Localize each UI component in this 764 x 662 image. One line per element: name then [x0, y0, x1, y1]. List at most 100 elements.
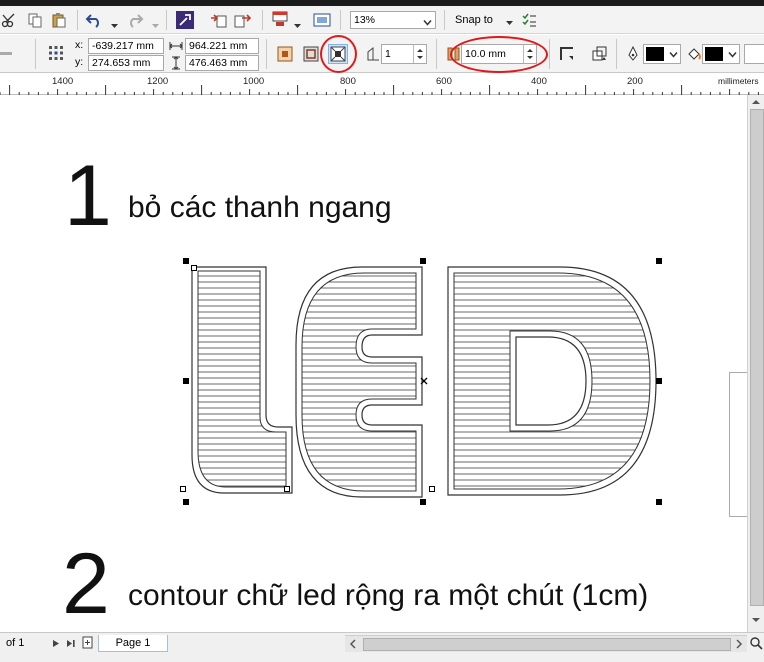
outline-color-swatch [646, 47, 664, 61]
document-navigator: of 1 Page 1 [0, 632, 764, 662]
selection-handle[interactable] [656, 258, 662, 264]
page-edge [729, 372, 747, 517]
options-icon[interactable] [520, 11, 538, 29]
stepper-icon[interactable] [413, 45, 426, 63]
redo-dropdown-icon[interactable] [151, 22, 160, 31]
ruler-label: 400 [531, 76, 547, 87]
view-mode-icon[interactable] [313, 11, 331, 29]
outline-pen-icon [624, 45, 642, 63]
contour-steps-field[interactable]: 1 [381, 44, 427, 64]
selection-handle[interactable] [656, 378, 662, 384]
snap-dropdown-icon[interactable] [505, 19, 514, 28]
import-icon[interactable] [210, 11, 228, 29]
zoom-level-select[interactable]: 13% [350, 11, 436, 29]
selection-handle[interactable] [420, 258, 426, 264]
chevron-down-icon [423, 16, 432, 28]
toolbar-separator [436, 39, 437, 69]
standard-toolbar: 13% Snap to [0, 6, 764, 34]
letter-l-shape [191, 266, 293, 494]
scroll-right-icon[interactable] [735, 639, 743, 652]
step-number: 2 [62, 536, 110, 632]
y-position-field[interactable]: 274.653 mm [88, 55, 164, 71]
extra-field[interactable] [744, 44, 764, 64]
scroll-down-icon[interactable] [751, 615, 761, 628]
ruler-label: 600 [436, 76, 452, 87]
corner-style-icon[interactable] [558, 45, 576, 63]
undo-icon[interactable] [85, 11, 103, 29]
toolbar-separator [35, 39, 36, 69]
selection-handle[interactable] [183, 378, 189, 384]
horizontal-scrollbar[interactable] [345, 635, 747, 652]
chevron-down-icon [669, 50, 678, 62]
copy-icon[interactable] [26, 11, 44, 29]
node-handle[interactable] [180, 486, 186, 492]
toolbar-separator [266, 39, 267, 69]
toolbar-separator [616, 39, 617, 69]
fill-color-swatch [705, 47, 723, 61]
letter-d-shape [447, 266, 657, 496]
contour-steps-value: 1 [385, 48, 391, 60]
fill-color-picker[interactable] [702, 44, 740, 64]
toolbar-separator [166, 10, 167, 30]
selection-handle[interactable] [183, 499, 189, 505]
selection-handle[interactable] [420, 499, 426, 505]
toolbar-grip [0, 52, 12, 55]
undo-dropdown-icon[interactable] [110, 22, 119, 31]
letter-e-shape [295, 266, 423, 498]
selection-handle[interactable] [656, 499, 662, 505]
horizontal-ruler: 1400 1200 1000 800 600 400 200 millimete… [0, 73, 764, 95]
acceleration-icon[interactable] [590, 45, 608, 63]
scroll-thumb[interactable] [363, 638, 731, 651]
inside-contour-icon[interactable] [302, 45, 320, 63]
node-handle[interactable] [191, 265, 197, 271]
outline-color-picker[interactable] [643, 44, 681, 64]
last-page-icon[interactable] [66, 639, 76, 651]
search-content-icon[interactable] [176, 11, 194, 29]
width-field[interactable]: 964.221 mm [185, 38, 259, 54]
width-icon [168, 38, 184, 54]
export-icon[interactable] [234, 11, 252, 29]
toolbar-separator [444, 10, 445, 30]
x-position-field[interactable]: -639.217 mm [88, 38, 164, 54]
paste-icon[interactable] [50, 11, 68, 29]
publish-dropdown-icon[interactable] [293, 22, 302, 31]
publish-pdf-icon[interactable] [271, 10, 289, 28]
snap-to-button[interactable]: Snap to [455, 14, 493, 26]
zoom-navigator-icon[interactable] [749, 636, 763, 653]
height-icon [168, 55, 184, 71]
zoom-level-value: 13% [354, 14, 376, 26]
ruler-label: 1000 [243, 76, 265, 87]
redo-icon[interactable] [126, 11, 144, 29]
ruler-label: 1200 [147, 76, 169, 87]
step-caption: contour chữ led rộng ra một chút (1cm) [128, 579, 649, 612]
toolbar-separator [77, 10, 78, 30]
node-handle[interactable] [429, 486, 435, 492]
y-label: y: [75, 56, 84, 68]
toolbar-separator [340, 10, 341, 30]
led-contour-artwork[interactable] [0, 95, 747, 632]
next-page-icon[interactable] [52, 639, 60, 651]
chevron-down-icon [728, 50, 737, 62]
highlight-circle [320, 35, 357, 73]
toolbar-separator [549, 39, 550, 69]
ruler-label: 1400 [52, 76, 74, 87]
node-handle[interactable] [284, 486, 290, 492]
contour-steps-icon [364, 45, 382, 63]
fill-bucket-icon [685, 45, 703, 63]
page-count: of 1 [6, 637, 25, 649]
property-bar: x: -639.217 mm y: 274.653 mm 964.221 mm … [0, 35, 764, 73]
add-page-icon[interactable] [82, 636, 94, 652]
object-origin-icon[interactable] [47, 44, 65, 62]
selection-handle[interactable] [183, 258, 189, 264]
scroll-thumb[interactable] [750, 109, 764, 606]
to-center-icon[interactable] [276, 45, 294, 63]
ruler-ticks [0, 85, 759, 95]
scroll-left-icon[interactable] [349, 639, 357, 652]
scissors-icon[interactable] [0, 11, 18, 29]
x-label: x: [75, 39, 84, 51]
height-field[interactable]: 476.463 mm [185, 55, 259, 71]
drawing-canvas[interactable]: 1 bỏ các thanh ngang 2 contour chữ led r… [0, 95, 747, 632]
vertical-scrollbar[interactable] [747, 95, 764, 632]
highlight-ellipse [450, 36, 548, 73]
page-tab[interactable]: Page 1 [98, 635, 168, 652]
